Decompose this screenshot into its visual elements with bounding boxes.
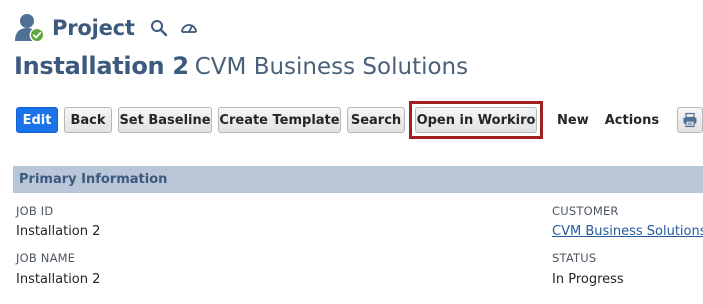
actions-menu[interactable]: Actions	[605, 113, 659, 128]
record-name: Installation 2	[14, 52, 189, 80]
primary-information-section-header[interactable]: Primary Information	[13, 166, 703, 193]
open-in-workiro-highlight: Open in Workiro	[409, 101, 543, 139]
status-label: STATUS	[552, 251, 597, 265]
job-id-label: JOB ID	[16, 204, 54, 218]
search-icon[interactable]	[149, 18, 169, 38]
job-name-value: Installation 2	[16, 272, 101, 287]
create-template-button[interactable]: Create Template	[218, 107, 341, 133]
job-name-label: JOB NAME	[16, 251, 76, 265]
record-type-title: Project	[52, 16, 135, 40]
job-id-value: Installation 2	[16, 224, 101, 239]
open-in-workiro-button[interactable]: Open in Workiro	[415, 107, 537, 133]
project-record-page: Project Installation 2 CVM Business Solut…	[0, 0, 703, 304]
edit-button[interactable]: Edit	[16, 107, 58, 133]
printer-icon	[683, 112, 697, 128]
set-baseline-button[interactable]: Set Baseline	[118, 107, 212, 133]
customer-label: CUSTOMER	[552, 204, 619, 218]
project-user-check-icon	[15, 14, 45, 43]
dashboard-gauge-icon[interactable]	[179, 18, 199, 38]
action-toolbar: Edit Back Set Baseline Create Template S…	[16, 101, 703, 139]
record-title: Installation 2 CVM Business Solutions	[14, 52, 468, 80]
record-header: Project	[14, 10, 199, 46]
search-button[interactable]: Search	[347, 107, 405, 133]
new-menu[interactable]: New	[557, 113, 589, 128]
status-value: In Progress	[552, 272, 624, 287]
customer-link[interactable]: CVM Business Solutions	[552, 224, 703, 239]
record-company: CVM Business Solutions	[194, 54, 469, 80]
back-button[interactable]: Back	[64, 107, 112, 133]
print-button[interactable]	[677, 107, 703, 133]
